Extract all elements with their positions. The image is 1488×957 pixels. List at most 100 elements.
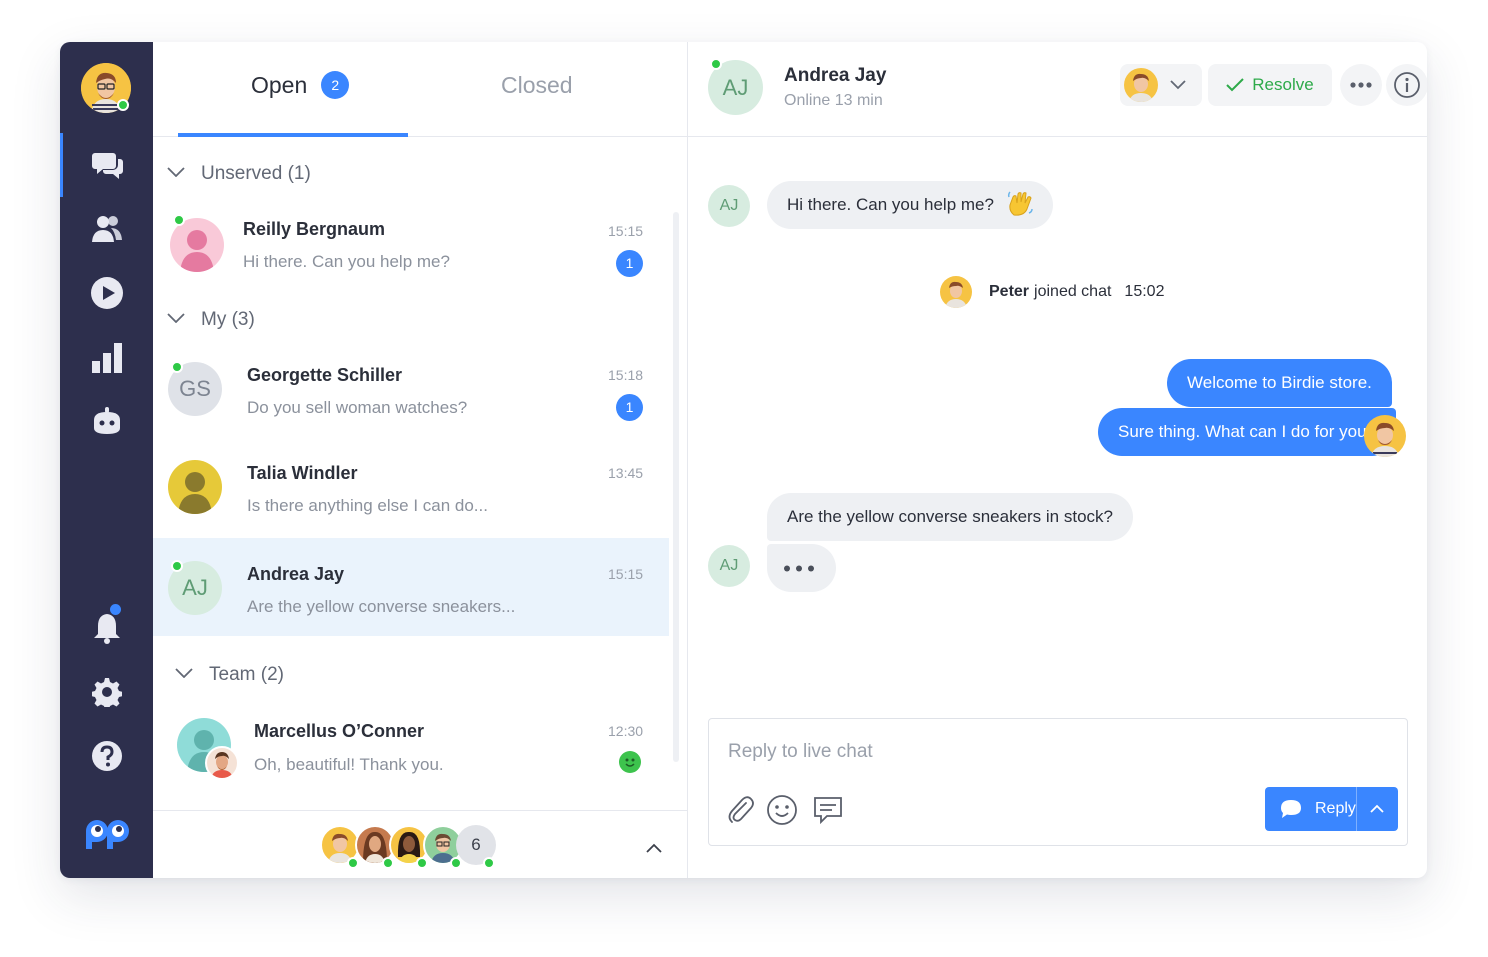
app-window: Open 2 Closed Unserved (1) Reilly Bergnau… xyxy=(60,42,1427,878)
gear-icon xyxy=(91,678,122,707)
sidebar-item-videos[interactable] xyxy=(60,261,153,325)
sidebar-item-notifications[interactable] xyxy=(60,596,153,660)
waving-hand-icon xyxy=(1007,190,1033,216)
agent-message-avatar xyxy=(1364,415,1406,457)
customer-avatar: AJ xyxy=(708,185,750,227)
message-bubble: Hi there. Can you help me? xyxy=(767,181,1053,229)
online-indicator xyxy=(416,857,428,869)
conversation-name: Marcellus O’Conner xyxy=(254,721,425,741)
smiley-icon xyxy=(767,795,797,825)
sidebar-item-bots[interactable] xyxy=(60,389,153,453)
section-unserved-label: Unserved (1) xyxy=(201,163,311,184)
contacts-icon xyxy=(91,216,122,242)
conversation-preview: Is there anything else I can do... xyxy=(247,496,488,515)
contact-name: Andrea Jay xyxy=(784,65,887,86)
section-team[interactable]: Team (2) xyxy=(175,664,284,686)
attach-button[interactable] xyxy=(724,793,758,827)
conversation-name: Talia Windler xyxy=(247,463,358,483)
happy-face-icon xyxy=(619,751,641,773)
sidebar-item-settings[interactable] xyxy=(60,660,153,724)
section-my[interactable]: My (3) xyxy=(167,309,255,331)
message-bubble-agent: Sure thing. What can I do for you? xyxy=(1098,408,1396,456)
online-indicator xyxy=(450,857,462,869)
chat-bubble-icon xyxy=(1281,800,1301,818)
online-indicator xyxy=(483,857,495,869)
assigned-agent-avatar xyxy=(1124,68,1158,102)
list-scrollbar[interactable] xyxy=(673,212,679,762)
open-count-badge: 2 xyxy=(321,70,350,99)
list-item[interactable]: Reilly Bergnaum Hi there. Can you help m… xyxy=(153,202,669,300)
active-tab-indicator xyxy=(178,133,408,137)
message-bubble-agent: Welcome to Birdie store. xyxy=(1167,359,1392,407)
online-indicator xyxy=(173,214,185,226)
resolve-button[interactable]: Resolve xyxy=(1208,64,1332,106)
chevron-up-icon[interactable] xyxy=(646,843,662,853)
sidebar-item-contacts[interactable] xyxy=(60,197,153,261)
avatar xyxy=(168,460,222,514)
online-indicator xyxy=(382,857,394,869)
conversation-time: 12:30 xyxy=(608,723,644,739)
more-options-button[interactable] xyxy=(1340,64,1382,106)
sidebar-item-help[interactable] xyxy=(60,724,153,788)
contact-status: Online 13 min xyxy=(784,92,883,109)
avatar xyxy=(170,218,224,272)
sidebar-item-chats[interactable] xyxy=(60,133,153,197)
typing-indicator xyxy=(767,544,836,592)
chat-header: AJ Andrea Jay Online 13 min Resolve xyxy=(688,42,1427,137)
section-unserved[interactable]: Unserved (1) xyxy=(167,163,311,185)
chevron-down-icon xyxy=(175,668,193,678)
sidebar xyxy=(60,42,153,878)
chevron-down-icon xyxy=(167,167,185,177)
tab-closed[interactable]: Closed xyxy=(501,72,573,99)
list-item-selected[interactable]: AJ Andrea Jay Are the yellow converse sn… xyxy=(153,538,669,636)
unread-badge: 1 xyxy=(616,250,643,277)
notification-dot xyxy=(110,604,121,615)
pp-logo xyxy=(60,801,153,865)
paperclip-icon xyxy=(728,796,754,823)
conversation-time: 15:15 xyxy=(608,566,644,582)
assign-agent-button[interactable] xyxy=(1120,64,1202,106)
customer-avatar: AJ xyxy=(708,545,750,587)
reply-divider xyxy=(1356,787,1357,831)
agent-avatar-small xyxy=(205,746,239,780)
peter-avatar xyxy=(940,276,972,308)
chevron-down-icon xyxy=(167,313,185,323)
team-footer: 6 xyxy=(153,810,688,878)
message-bubble: Are the yellow converse sneakers in stoc… xyxy=(767,493,1133,541)
reply-composer: Reply xyxy=(708,718,1408,846)
section-my-label: My (3) xyxy=(201,309,255,330)
message-template-icon xyxy=(814,797,842,825)
sidebar-item-reports[interactable] xyxy=(60,325,153,389)
conversation-preview: Oh, beautiful! Thank you. xyxy=(254,755,444,774)
online-indicator xyxy=(171,361,183,373)
conversation-name: Andrea Jay xyxy=(247,564,345,584)
list-item[interactable]: GS Georgette Schiller Do you sell woman … xyxy=(153,342,669,440)
info-button[interactable] xyxy=(1386,64,1427,106)
list-item[interactable]: Marcellus O’Conner Oh, beautiful! Thank … xyxy=(153,698,669,796)
tab-open-label: Open xyxy=(251,72,308,98)
play-icon xyxy=(90,277,123,309)
chat-bubbles-icon xyxy=(92,153,123,179)
unread-badge: 1 xyxy=(616,394,643,421)
system-agent-name: Peter xyxy=(989,283,1030,300)
check-icon xyxy=(1226,78,1244,92)
emoji-button[interactable] xyxy=(765,793,799,827)
agent-online-indicator xyxy=(117,99,129,111)
chat-panel: AJ Andrea Jay Online 13 min Resolve AJ H… xyxy=(688,42,1427,878)
reply-button[interactable]: Reply xyxy=(1265,787,1398,831)
system-action: joined chat xyxy=(1034,283,1112,300)
bot-icon xyxy=(93,407,120,434)
resolve-label: Resolve xyxy=(1252,75,1314,94)
conversation-time: 15:18 xyxy=(608,367,644,383)
more-dots-icon xyxy=(1350,82,1372,88)
typing-dots-icon xyxy=(784,565,814,572)
canned-responses-button[interactable] xyxy=(811,793,845,827)
info-icon xyxy=(1394,72,1420,98)
conversation-name: Reilly Bergnaum xyxy=(243,219,386,239)
conversation-time: 13:45 xyxy=(608,465,644,481)
chevron-up-icon[interactable] xyxy=(1370,804,1384,813)
list-item[interactable]: Talia Windler Is there anything else I c… xyxy=(153,440,669,538)
conversation-preview: Hi there. Can you help me? xyxy=(243,252,450,271)
reply-input[interactable] xyxy=(728,741,1228,763)
tab-open[interactable]: Open 2 xyxy=(251,70,350,101)
